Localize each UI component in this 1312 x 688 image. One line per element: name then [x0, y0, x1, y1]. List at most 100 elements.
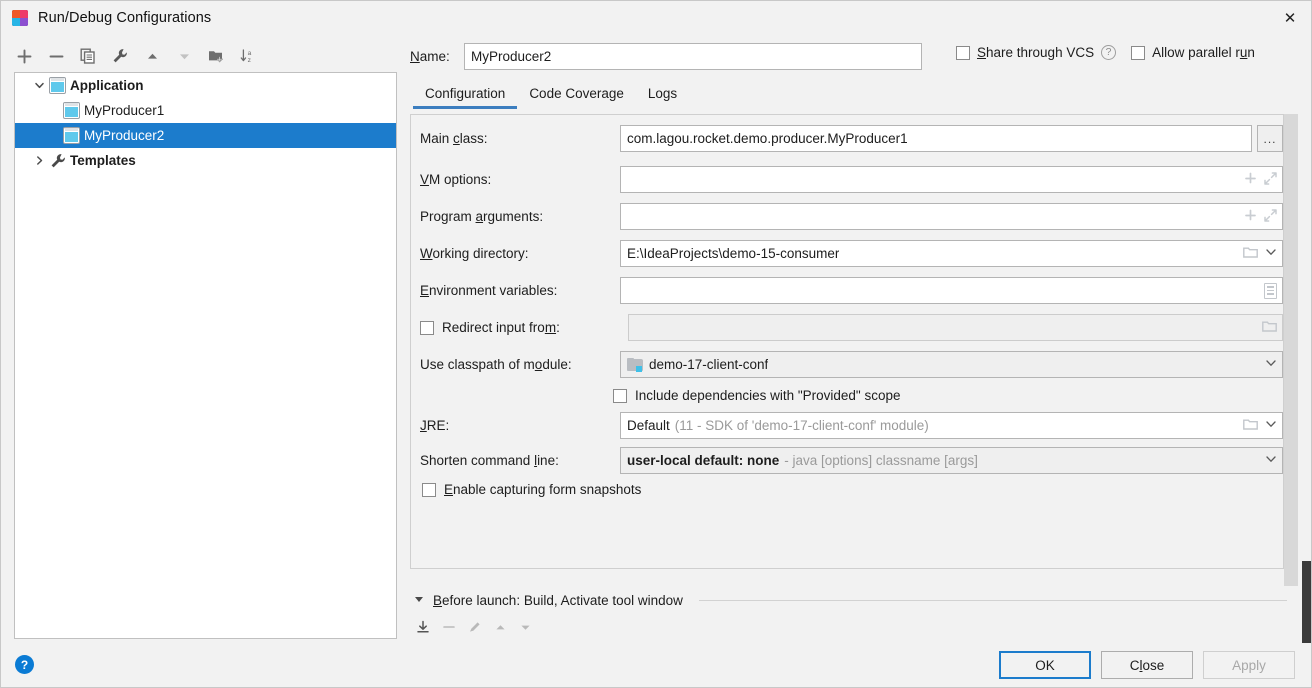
chevron-down-icon[interactable]	[1265, 418, 1277, 433]
allow-parallel-run-checkbox[interactable]	[1131, 45, 1146, 60]
configuration-tabs: Configuration Code Coverage Logs	[413, 84, 1283, 112]
run-configuration-icon	[63, 102, 80, 119]
folder-add-icon[interactable]	[203, 43, 229, 69]
svg-text:z: z	[248, 57, 251, 64]
wrench-icon[interactable]	[107, 43, 133, 69]
chevron-down-icon[interactable]	[1265, 357, 1277, 372]
question-mark-icon[interactable]: ?	[1101, 45, 1117, 60]
jre-label: JRE:	[420, 418, 450, 433]
classpath-module-combobox[interactable]: demo-17-client-conf	[620, 351, 1283, 378]
intellij-idea-icon	[12, 9, 28, 26]
tree-node-label: MyProducer1	[84, 103, 165, 118]
copy-icon[interactable]	[75, 43, 101, 69]
chevron-down-icon[interactable]	[1265, 453, 1277, 468]
plus-icon[interactable]	[1244, 172, 1257, 188]
before-launch-divider	[698, 600, 1287, 601]
chevron-down-icon[interactable]	[29, 76, 49, 96]
arrow-up-icon[interactable]	[139, 43, 165, 69]
tree-node-label: Application	[70, 78, 144, 93]
title-bar: Run/Debug Configurations ✕	[1, 1, 1311, 34]
apply-button: Apply	[1203, 651, 1295, 679]
list-edit-icon[interactable]	[1264, 282, 1277, 299]
vm-options-input[interactable]	[620, 166, 1283, 193]
folder-icon[interactable]	[1243, 246, 1258, 262]
run-configuration-icon	[63, 127, 80, 144]
tab-configuration[interactable]: Configuration	[413, 84, 518, 109]
shorten-command-line-hint: - java [options] classname [args]	[784, 453, 978, 468]
ok-button[interactable]: OK	[999, 651, 1091, 679]
window-title: Run/Debug Configurations	[38, 9, 212, 26]
shorten-command-line-combobox[interactable]: user-local default: none - java [options…	[620, 447, 1283, 474]
tree-node-application[interactable]: Application	[15, 73, 396, 98]
vm-options-label: VM options:	[420, 172, 492, 187]
name-label: Name:	[410, 48, 450, 64]
close-button[interactable]: Cl ose	[1101, 651, 1193, 679]
name-input[interactable]	[464, 42, 922, 70]
working-directory-input[interactable]: E:\IdeaProjects\demo-15-consumer	[620, 240, 1283, 267]
working-directory-row: Working directory: E:\IdeaProjects\demo-…	[420, 240, 1284, 267]
tree-node-myproducer2[interactable]: MyProducer2	[15, 123, 396, 148]
close-icon[interactable]: ✕	[1267, 1, 1311, 34]
jre-combobox[interactable]: Default (11 - SDK of 'demo-17-client-con…	[620, 412, 1283, 439]
plus-icon[interactable]	[1244, 209, 1257, 225]
working-directory-value: E:\IdeaProjects\demo-15-consumer	[627, 246, 840, 261]
window-scrollbar-thumb[interactable]	[1302, 561, 1311, 643]
program-arguments-label: Program arguments:	[420, 209, 544, 224]
folder-icon	[1262, 320, 1277, 336]
sort-az-icon[interactable]: a z	[235, 43, 261, 69]
expand-icon[interactable]	[1264, 171, 1277, 188]
module-icon	[627, 357, 643, 372]
expand-icon[interactable]	[1264, 208, 1277, 225]
tree-node-myproducer1[interactable]: MyProducer1	[15, 98, 396, 123]
include-provided-row: Include dependencies with "Provided" sco…	[613, 388, 901, 403]
main-class-input[interactable]: com.lagou.rocket.demo.producer.MyProduce…	[620, 125, 1252, 152]
classpath-module-label: Use classpath of module:	[420, 357, 572, 372]
program-arguments-row: Program arguments:	[420, 203, 1284, 230]
tab-logs[interactable]: Logs	[636, 84, 689, 109]
add-task-icon[interactable]	[415, 619, 431, 638]
working-directory-label: Working directory:	[420, 246, 529, 261]
main-class-browse-button[interactable]: ...	[1257, 125, 1283, 152]
main-class-value: com.lagou.rocket.demo.producer.MyProduce…	[627, 131, 908, 146]
redirect-input-label: Redirect input from:	[442, 320, 560, 335]
classpath-module-value: demo-17-client-conf	[649, 357, 769, 372]
arrow-up-icon	[493, 620, 508, 638]
help-button[interactable]: ?	[15, 655, 34, 674]
run-debug-configurations-dialog: Run/Debug Configurations ✕ a z Applicati…	[0, 0, 1312, 688]
application-icon	[49, 77, 66, 94]
classpath-module-row: Use classpath of module: demo-17-client-…	[420, 351, 1284, 378]
triangle-down-icon[interactable]	[413, 593, 425, 608]
redirect-input-label-group: Redirect input from:	[420, 320, 620, 335]
pencil-icon	[467, 619, 483, 638]
jre-hint: (11 - SDK of 'demo-17-client-conf' modul…	[674, 418, 929, 433]
configuration-scrollbar[interactable]	[1284, 114, 1298, 586]
wrench-icon	[49, 152, 66, 169]
svg-text:a: a	[248, 50, 252, 57]
configurations-tree[interactable]: Application MyProducer1 MyProducer2 Temp…	[14, 72, 397, 639]
share-through-vcs-label: Share through VCS	[977, 45, 1095, 60]
redirect-input-field[interactable]	[628, 314, 1283, 341]
jre-row: JRE: Default (11 - SDK of 'demo-17-clien…	[420, 412, 1284, 439]
chevron-right-icon[interactable]	[29, 151, 49, 171]
environment-variables-label: Environment variables:	[420, 283, 558, 298]
include-provided-checkbox[interactable]	[613, 388, 627, 403]
share-through-vcs-checkbox[interactable]	[956, 45, 970, 60]
tree-node-templates[interactable]: Templates	[15, 148, 396, 173]
plus-icon[interactable]	[11, 43, 37, 69]
form-snapshots-row: Enable capturing form snapshots	[422, 482, 641, 497]
shorten-command-line-row: Shorten command line: user-local default…	[420, 447, 1284, 474]
folder-icon[interactable]	[1243, 418, 1258, 434]
redirect-input-row: Redirect input from:	[420, 314, 1284, 341]
vm-options-row: VM options:	[420, 166, 1284, 193]
tab-code-coverage[interactable]: Code Coverage	[517, 84, 636, 109]
minus-icon[interactable]	[43, 43, 69, 69]
dialog-buttons: OK Cl ose Apply	[999, 651, 1295, 679]
tree-node-label: MyProducer2	[84, 128, 165, 143]
redirect-input-checkbox[interactable]	[420, 320, 434, 335]
environment-variables-input[interactable]	[620, 277, 1283, 304]
program-arguments-input[interactable]	[620, 203, 1283, 230]
configurations-toolbar: a z	[11, 41, 401, 71]
arrow-down-icon[interactable]	[171, 43, 197, 69]
form-snapshots-checkbox[interactable]	[422, 482, 436, 497]
chevron-down-icon[interactable]	[1265, 246, 1277, 261]
